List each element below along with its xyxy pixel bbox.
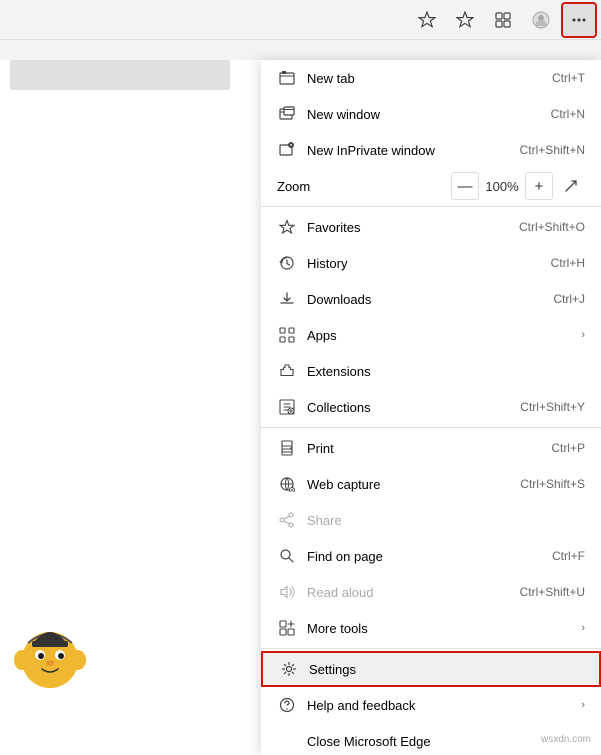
settings-icon bbox=[279, 659, 299, 679]
find-icon bbox=[277, 546, 297, 566]
close-edge-icon bbox=[277, 731, 297, 751]
favorites-menu-icon bbox=[277, 217, 297, 237]
more-tools-icon bbox=[277, 618, 297, 638]
menu-item-settings[interactable]: Settings bbox=[261, 651, 601, 687]
reading-list-icon bbox=[456, 11, 474, 29]
collections-button[interactable] bbox=[485, 2, 521, 38]
menu-item-find-on-page[interactable]: Find on page Ctrl+F bbox=[261, 538, 601, 574]
read-aloud-icon bbox=[277, 582, 297, 602]
help-icon bbox=[277, 695, 297, 715]
downloads-icon bbox=[277, 289, 297, 309]
collections-shortcut: Ctrl+Shift+Y bbox=[520, 400, 585, 414]
zoom-increase-button[interactable]: + bbox=[525, 172, 553, 200]
share-label: Share bbox=[307, 513, 585, 528]
menu-item-extensions[interactable]: Extensions bbox=[261, 353, 601, 389]
menu-item-favorites[interactable]: Favorites Ctrl+Shift+O bbox=[261, 209, 601, 245]
collections-menu-icon bbox=[277, 397, 297, 417]
menu-item-downloads[interactable]: Downloads Ctrl+J bbox=[261, 281, 601, 317]
menu-item-collections[interactable]: Collections Ctrl+Shift+Y bbox=[261, 389, 601, 425]
more-options-icon bbox=[570, 11, 588, 29]
new-tab-shortcut: Ctrl+T bbox=[552, 71, 585, 85]
favorites-shortcut: Ctrl+Shift+O bbox=[519, 220, 585, 234]
address-bar-placeholder bbox=[10, 60, 230, 90]
history-icon bbox=[277, 253, 297, 273]
history-label: History bbox=[307, 256, 543, 271]
downloads-label: Downloads bbox=[307, 292, 545, 307]
divider-1 bbox=[261, 206, 601, 207]
menu-item-new-tab[interactable]: New tab Ctrl+T bbox=[261, 60, 601, 96]
web-capture-label: Web capture bbox=[307, 477, 512, 492]
zoom-decrease-button[interactable]: — bbox=[451, 172, 479, 200]
share-icon bbox=[277, 510, 297, 530]
favorites-star-button[interactable] bbox=[409, 2, 445, 38]
history-shortcut: Ctrl+H bbox=[551, 256, 585, 270]
zoom-value: 100% bbox=[483, 179, 521, 194]
page-content bbox=[0, 60, 270, 755]
zoom-controls: — 100% + bbox=[451, 172, 585, 200]
profile-button[interactable] bbox=[523, 2, 559, 38]
new-window-shortcut: Ctrl+N bbox=[551, 107, 585, 121]
menu-item-help[interactable]: Help and feedback › bbox=[261, 687, 601, 723]
new-window-label: New window bbox=[307, 107, 543, 122]
help-arrow: › bbox=[581, 699, 585, 711]
zoom-label: Zoom bbox=[277, 179, 451, 194]
watermark: wsxdn.com bbox=[541, 734, 591, 745]
help-label: Help and feedback bbox=[307, 698, 577, 713]
print-icon bbox=[277, 438, 297, 458]
more-tools-arrow: › bbox=[581, 622, 585, 634]
menu-item-more-tools[interactable]: More tools › bbox=[261, 610, 601, 646]
inprivate-icon bbox=[277, 140, 297, 160]
toolbar-icons bbox=[409, 2, 597, 38]
find-on-page-label: Find on page bbox=[307, 549, 544, 564]
menu-item-apps[interactable]: Apps › bbox=[261, 317, 601, 353]
print-shortcut: Ctrl+P bbox=[551, 441, 585, 455]
print-label: Print bbox=[307, 441, 543, 456]
profile-icon bbox=[532, 11, 550, 29]
divider-3 bbox=[261, 648, 601, 649]
find-on-page-shortcut: Ctrl+F bbox=[552, 549, 585, 563]
downloads-shortcut: Ctrl+J bbox=[553, 292, 585, 306]
zoom-row: Zoom — 100% + bbox=[261, 168, 601, 204]
zoom-expand-button[interactable] bbox=[557, 172, 585, 200]
new-tab-icon bbox=[277, 68, 297, 88]
extensions-icon bbox=[277, 361, 297, 381]
new-window-icon bbox=[277, 104, 297, 124]
inprivate-shortcut: Ctrl+Shift+N bbox=[520, 143, 585, 157]
reading-list-button[interactable] bbox=[447, 2, 483, 38]
inprivate-label: New InPrivate window bbox=[307, 143, 512, 158]
collections-icon bbox=[494, 11, 512, 29]
appuals-logo bbox=[10, 615, 90, 695]
settings-label: Settings bbox=[309, 662, 583, 677]
menu-item-print[interactable]: Print Ctrl+P bbox=[261, 430, 601, 466]
menu-item-share: Share bbox=[261, 502, 601, 538]
new-tab-label: New tab bbox=[307, 71, 544, 86]
apps-arrow: › bbox=[581, 329, 585, 341]
content-area: New tab Ctrl+T New window Ctrl+N bbox=[0, 60, 601, 755]
browser-toolbar bbox=[0, 0, 601, 40]
dropdown-menu: New tab Ctrl+T New window Ctrl+N bbox=[261, 60, 601, 755]
menu-item-web-capture[interactable]: Web capture Ctrl+Shift+S bbox=[261, 466, 601, 502]
apps-label: Apps bbox=[307, 328, 577, 343]
menu-item-new-window[interactable]: New window Ctrl+N bbox=[261, 96, 601, 132]
menu-item-inprivate[interactable]: New InPrivate window Ctrl+Shift+N bbox=[261, 132, 601, 168]
extensions-label: Extensions bbox=[307, 364, 585, 379]
apps-icon bbox=[277, 325, 297, 345]
menu-item-history[interactable]: History Ctrl+H bbox=[261, 245, 601, 281]
menu-button[interactable] bbox=[561, 2, 597, 38]
menu-item-read-aloud: Read aloud Ctrl+Shift+U bbox=[261, 574, 601, 610]
collections-label: Collections bbox=[307, 400, 512, 415]
favorites-label: Favorites bbox=[307, 220, 511, 235]
web-capture-icon bbox=[277, 474, 297, 494]
more-tools-label: More tools bbox=[307, 621, 577, 636]
divider-2 bbox=[261, 427, 601, 428]
read-aloud-shortcut: Ctrl+Shift+U bbox=[520, 585, 585, 599]
favorites-icon bbox=[418, 11, 436, 29]
web-capture-shortcut: Ctrl+Shift+S bbox=[520, 477, 585, 491]
read-aloud-label: Read aloud bbox=[307, 585, 512, 600]
